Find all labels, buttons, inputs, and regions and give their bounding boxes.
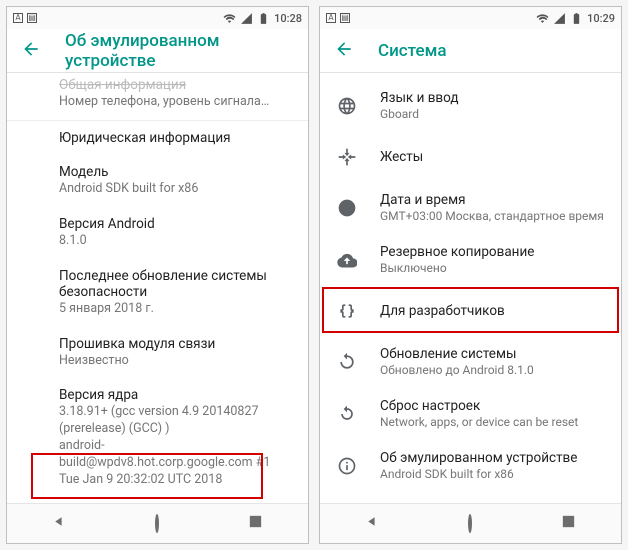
nav-recent[interactable] [560,513,577,534]
clock-icon [336,198,358,218]
system-item-globe[interactable]: Язык и вводGboard [320,79,621,131]
item-subtitle: Gboard [380,107,459,121]
row-title: Прошивка модуля связи [59,336,292,352]
system-item-gesture[interactable]: Жесты [320,131,621,181]
nav-back[interactable] [364,513,381,534]
system-item-cloud[interactable]: Резервное копированиеВыключено [320,233,621,285]
app-bar: Об эмулированном устройстве [7,29,308,73]
back-button[interactable] [334,39,354,63]
row-title: Юридическая информация [59,130,292,146]
item-title: Дата и время [380,192,604,208]
signal-icon [240,12,253,25]
item-title: Для разработчиков [380,303,505,319]
system-list: Язык и вводGboard Жесты Дата и времяGMT+03… [320,73,621,503]
status-icon-a: A [326,13,336,23]
system-item-update[interactable]: Обновление системыОбновлено до Android 8… [320,335,621,387]
globe-icon [336,96,358,116]
info-row-cut[interactable]: Общая информация Номер телефона, уровень… [59,77,292,120]
row-subtitle: 5 января 2018 г. [59,301,292,318]
item-subtitle: Network, apps, or device can be reset [380,415,578,429]
row-subtitle: 3.18.91+ (gcc version 4.9 20140827 (prer… [59,404,292,488]
page-title: Система [378,41,447,61]
signal-icon [553,12,566,25]
item-subtitle: Android SDK built for x86 [380,467,577,481]
status-icon-doc: ▤ [340,13,350,23]
status-bar: A ▤ 10:29 [320,7,621,29]
nav-bar [7,503,308,543]
item-title: Резервное копирование [380,244,534,260]
system-item-info[interactable]: Об эмулированном устройствеAndroid SDK b… [320,439,621,491]
info-row[interactable]: Прошивка модуля связиНеизвестно [59,327,292,379]
row-title: Последнее обновление системы безопасност… [59,268,292,300]
update-icon [336,352,358,372]
wifi-icon [223,12,236,25]
battery-icon [257,12,270,25]
braces-icon [336,301,358,321]
about-content: Общая информация Номер телефона, уровень… [7,73,308,503]
item-title: Сброс настроек [380,398,578,414]
system-item-developer-highlight[interactable]: Для разработчиков [320,285,621,335]
cloud-icon [336,250,358,270]
system-item-clock[interactable]: Дата и времяGMT+03:00 Москва, стандартно… [320,181,621,233]
battery-icon [570,12,583,25]
row-subtitle: Неизвестно [59,353,292,370]
back-button[interactable] [21,39,41,63]
status-time: 10:28 [274,12,302,25]
nav-home[interactable] [155,516,159,531]
page-title: Об эмулированном устройстве [65,31,294,71]
nav-home[interactable] [468,516,472,531]
system-item-reset[interactable]: Сброс настроекNetwork, apps, or device c… [320,387,621,439]
status-bar: A ▤ 10:28 [7,7,308,29]
nav-back[interactable] [51,513,68,534]
row-subtitle: Android SDK built for x86 [59,181,292,198]
app-bar: Система [320,29,621,73]
status-time: 10:29 [587,12,615,25]
row-title: Модель [59,164,292,180]
item-title: Жесты [380,149,423,165]
info-row[interactable]: Версия Android8.1.0 [59,207,292,259]
item-title: Язык и ввод [380,90,459,106]
nav-bar [320,503,621,543]
about-device-screen: A ▤ 10:28 Об эмулированном устройстве Об… [6,6,309,544]
wifi-icon [536,12,549,25]
item-subtitle: Обновлено до Android 8.1.0 [380,363,534,377]
gesture-icon [336,147,358,167]
status-icon-doc: ▤ [27,13,37,23]
info-row-build[interactable]: Ном OSM1.100201.007 [59,502,292,503]
info-row[interactable]: Версия ядра3.18.91+ (gcc version 4.9 201… [59,378,292,497]
row-subtitle: 8.1.0 [59,233,292,250]
status-icon-a: A [13,13,23,23]
info-icon [336,456,358,476]
row-title: Версия ядра [59,387,292,403]
info-row[interactable]: МодельAndroid SDK built for x86 [59,155,292,207]
row-title: Версия Android [59,216,292,232]
info-row[interactable]: Последнее обновление системы безопасност… [59,259,292,327]
system-screen: A ▤ 10:29 Система Язык и вводGboard Жесты… [319,6,622,544]
item-subtitle: GMT+03:00 Москва, стандартное время [380,209,604,223]
reset-icon [336,404,358,424]
item-title: Об эмулированном устройстве [380,450,577,466]
item-subtitle: Выключено [380,261,534,275]
item-title: Обновление системы [380,346,534,362]
nav-recent[interactable] [247,513,264,534]
info-row[interactable]: Юридическая информация [59,121,292,155]
